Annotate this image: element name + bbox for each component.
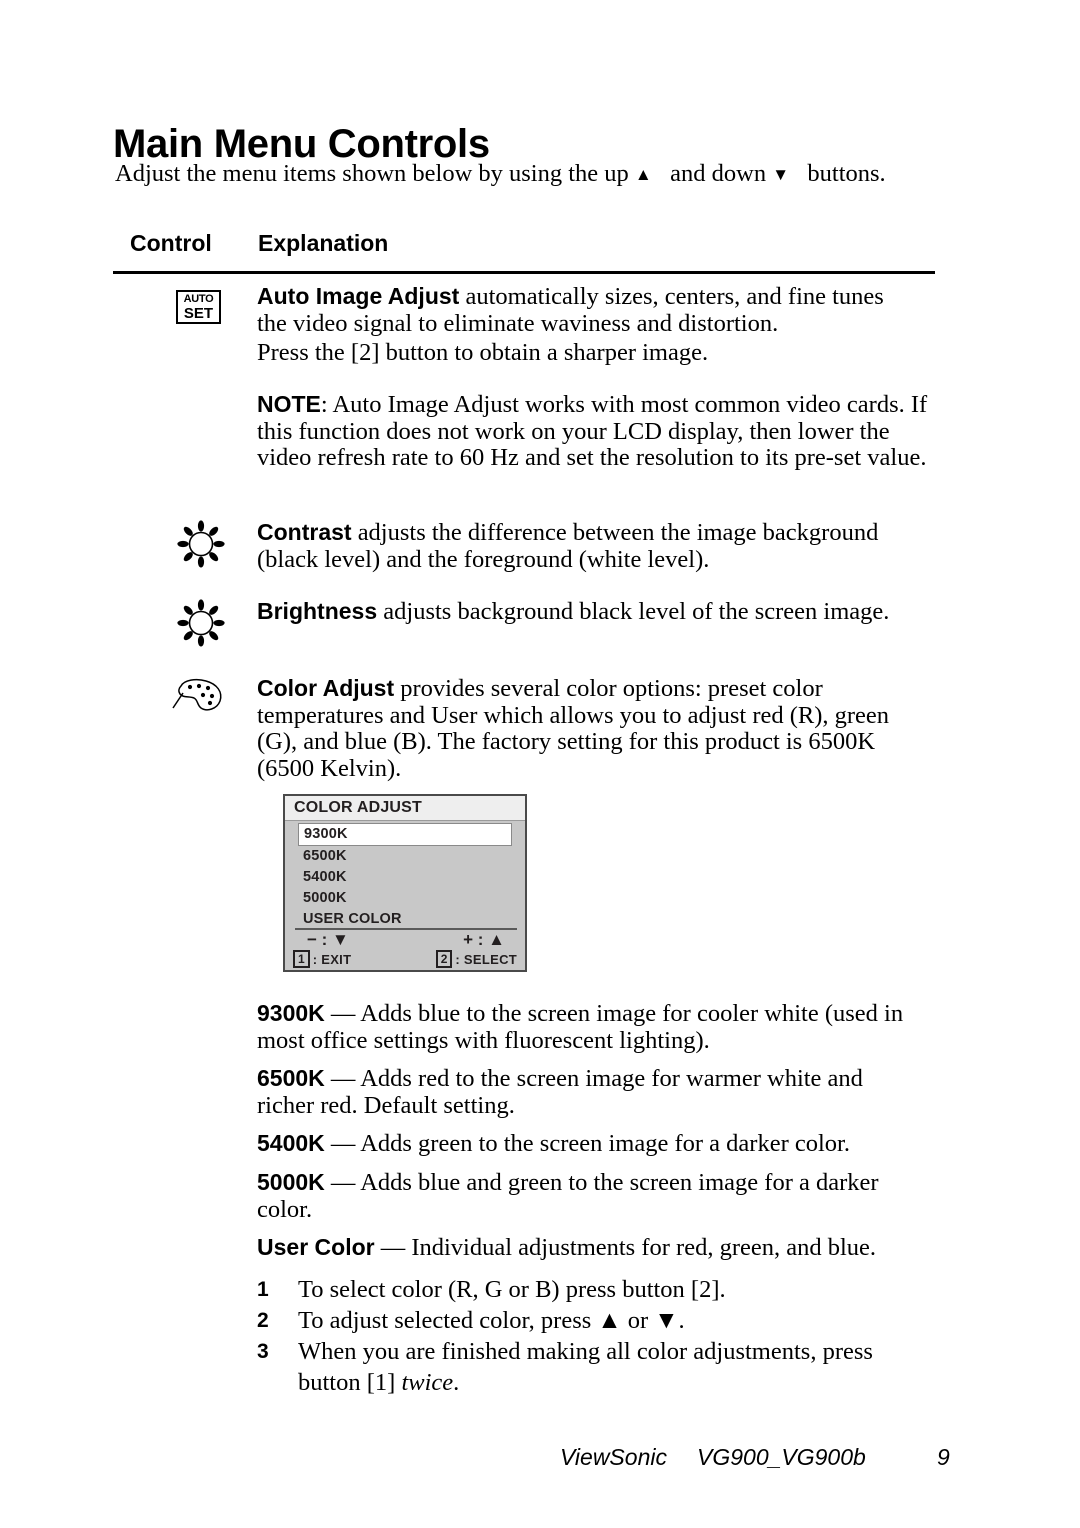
brightness-body: adjusts background black level of the sc… [377, 598, 890, 625]
intro-paragraph: Adjust the menu items shown below by usi… [115, 158, 886, 192]
intro-text-middle: and down [670, 160, 767, 187]
osd-item-user-color[interactable]: USER COLOR [285, 909, 525, 930]
temperature-5400k-body: Adds green to the screen image for a dar… [360, 1130, 850, 1157]
temperature-5400k-dash: — [324, 1130, 361, 1157]
osd-select-label: : SELECT [455, 952, 517, 967]
temperature-9300k-dash: — [324, 1000, 361, 1027]
triangle-up-icon [635, 160, 652, 187]
column-header-control: Control [130, 230, 212, 256]
temperature-5000k: 5000K — Adds blue and green to the scree… [257, 1169, 927, 1223]
osd-item-list: 9300K 6500K 5400K 5000K USER COLOR [285, 821, 525, 930]
osd-exit-label: : EXIT [312, 952, 352, 967]
osd-item-6500k[interactable]: 6500K [285, 846, 525, 867]
column-header-explanation: Explanation [258, 230, 389, 256]
temperature-5000k-dash: — [324, 1169, 361, 1196]
note-body: : Auto Image Adjust works with most comm… [257, 391, 928, 471]
osd-button-row: 1: EXIT 2: SELECT [285, 950, 525, 971]
temperature-5400k-term: 5400K [257, 1130, 325, 1156]
triangle-down-icon [772, 160, 789, 187]
osd-key-1: 1 [293, 950, 310, 968]
temperature-9300k: 9300K — Adds blue to the screen image fo… [257, 1000, 933, 1054]
color-adjust-paragraph: Color Adjust provides several color opti… [257, 675, 929, 782]
user-color-step-3-number: 3 [257, 1340, 269, 1363]
auto-image-adjust-paragraph: Auto Image Adjust automatically sizes, c… [257, 283, 917, 337]
user-color-step-3-text-after: . [453, 1369, 460, 1396]
osd-exit-hint: 1: EXIT [293, 950, 352, 969]
user-color-step-1-text: To select color (R, G or B) press button… [298, 1276, 726, 1303]
intro-text-before: Adjust the menu items shown below by usi… [115, 160, 629, 187]
auto-image-adjust-term: Auto Image Adjust [257, 283, 460, 309]
osd-title-text: COLOR ADJUST [294, 799, 423, 816]
intro-text-after: buttons. [807, 160, 886, 187]
temperature-6500k: 6500K — Adds red to the screen image for… [257, 1065, 917, 1119]
user-color-step-3-text-before: When you are finished making all color a… [298, 1338, 873, 1396]
auto-image-adjust-note: NOTE: Auto Image Adjust works with most … [257, 391, 937, 472]
header-divider [113, 271, 935, 274]
temperature-5000k-term: 5000K [257, 1169, 325, 1195]
osd-item-9300k[interactable]: 9300K [298, 823, 512, 846]
brightness-paragraph: Brightness adjusts background black leve… [257, 598, 937, 626]
auto-image-adjust-paragraph-2: Press the [2] button to obtain a sharper… [257, 339, 709, 366]
user-color-step-3-text-italic: twice [401, 1369, 454, 1396]
user-color-step-1: 1 To select color (R, G or B) press butt… [257, 1274, 947, 1305]
sun-icon [176, 519, 226, 569]
osd-item-5400k[interactable]: 5400K [285, 867, 525, 888]
osd-key-2: 2 [435, 950, 453, 968]
osd-select-hint: 2: SELECT [435, 950, 517, 969]
user-color-term: User Color [257, 1234, 375, 1260]
osd-color-adjust-menu: COLOR ADJUST 9300K 6500K 5400K 5000K USE… [283, 794, 527, 972]
temperature-6500k-term: 6500K [257, 1065, 325, 1091]
brightness-term: Brightness [257, 598, 378, 624]
user-color-step-3-text: When you are finished making all color a… [298, 1336, 917, 1398]
document-page: Main Menu Controls Adjust the menu items… [0, 0, 1080, 1528]
user-color-body: Individual adjustments for red, green, a… [411, 1234, 877, 1261]
footer-brand: ViewSonic [560, 1444, 667, 1470]
temperature-5400k: 5400K — Adds green to the screen image f… [257, 1130, 947, 1158]
contrast-term: Contrast [257, 519, 352, 545]
osd-title-bar: COLOR ADJUST [285, 796, 525, 821]
osd-decrement-hint: − : ▼ [307, 930, 349, 949]
user-color-step-2-number: 2 [257, 1309, 269, 1332]
user-color-paragraph: User Color — Individual adjustments for … [257, 1234, 947, 1262]
auto-set-icon-line1: AUTO [183, 293, 214, 305]
osd-item-5000k[interactable]: 5000K [285, 888, 525, 909]
footer-page-number: 9 [937, 1444, 950, 1470]
temperature-6500k-dash: — [324, 1065, 361, 1092]
user-color-dash: — [374, 1234, 412, 1261]
auto-set-icon-line2: SET [183, 305, 214, 322]
temperature-9300k-term: 9300K [257, 1000, 325, 1026]
note-label: NOTE [257, 391, 321, 417]
user-color-step-2-text: To adjust selected color, press ▲ or ▼. [298, 1307, 685, 1334]
user-color-step-1-number: 1 [257, 1278, 269, 1301]
palette-icon [170, 675, 228, 717]
osd-symbol-row: − : ▼ + : ▲ [285, 930, 525, 952]
footer-model: VG900_VG900b [697, 1444, 866, 1470]
osd-increment-hint: + : ▲ [463, 930, 505, 949]
auto-set-icon: AUTO SET [176, 290, 221, 324]
user-color-step-3: 3 When you are finished making all color… [257, 1336, 917, 1398]
user-color-step-2: 2 To adjust selected color, press ▲ or ▼… [257, 1305, 947, 1336]
color-adjust-term: Color Adjust [257, 675, 395, 701]
sun-icon [176, 598, 226, 648]
contrast-paragraph: Contrast adjusts the difference between … [257, 519, 922, 573]
